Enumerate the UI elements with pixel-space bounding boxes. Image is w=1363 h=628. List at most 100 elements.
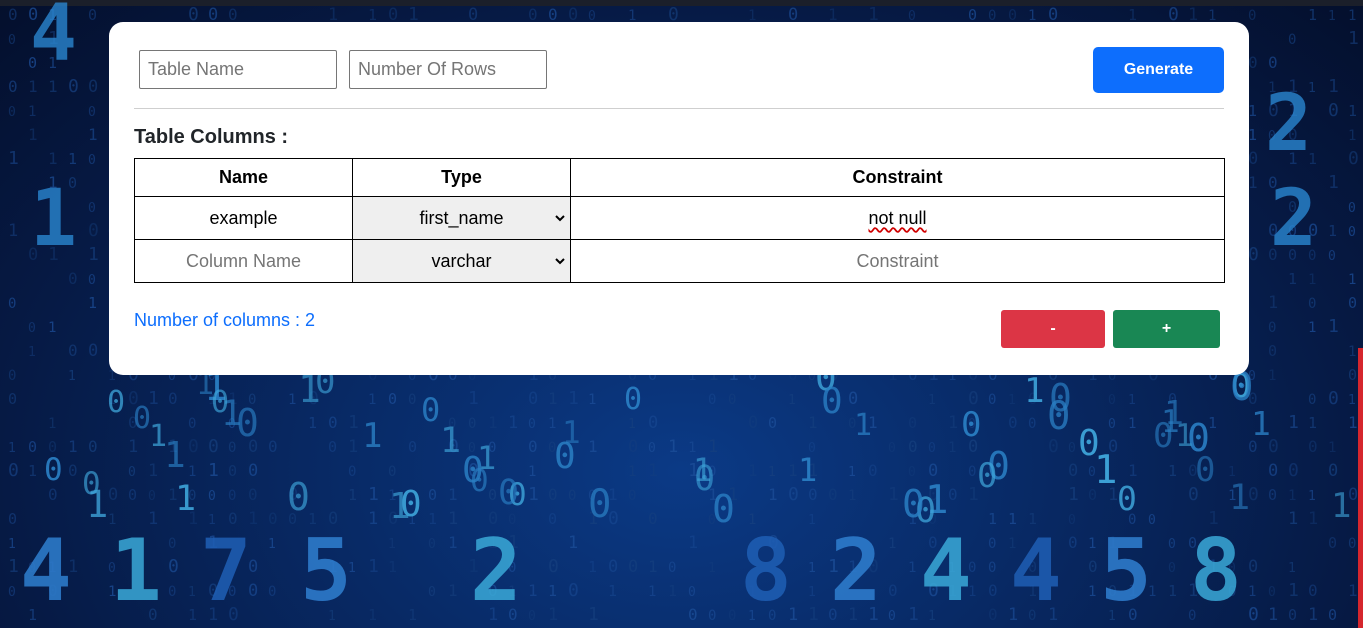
background-digit: 0 (528, 609, 536, 624)
background-digit: 0 (1248, 53, 1258, 72)
background-digit: 2 (1265, 79, 1312, 169)
background-digit: 0 (8, 5, 18, 24)
background-digit: 1 (1288, 580, 1299, 601)
background-digit: 1 (548, 416, 556, 432)
background-digit: 0 (728, 608, 736, 624)
background-digit: 1 (1308, 509, 1318, 529)
background-digit: 0 (408, 438, 417, 456)
background-digit: 0 (1168, 561, 1176, 576)
background-digit: 0 (133, 401, 151, 436)
background-digit: 0 (8, 510, 17, 528)
background-digit: 0 (128, 465, 136, 480)
background-digit: 1 (588, 604, 599, 625)
background-digit: 1 (888, 536, 896, 552)
background-digit: 1 (588, 558, 597, 576)
column-constraint-value[interactable]: not null (868, 208, 926, 228)
background-digit: 0 (1248, 8, 1256, 24)
background-digit: 0 (428, 537, 436, 552)
background-digit: 0 (1068, 513, 1076, 528)
background-digit: 0 (648, 441, 656, 456)
background-digit: 1 (1248, 126, 1257, 144)
background-digit: 0 (1348, 294, 1357, 312)
background-digit: 0 (498, 473, 519, 513)
background-digit: 1 (588, 437, 598, 456)
column-name-input[interactable] (135, 197, 352, 239)
background-digit: 0 (628, 488, 636, 504)
background-digit: 1 (440, 421, 461, 461)
background-digit: 0 (168, 536, 176, 552)
background-digit: 1 (548, 389, 558, 408)
background-digit: 1 (428, 510, 437, 528)
background-digit: 1 (448, 509, 458, 529)
background-digit: 0 (1248, 244, 1259, 265)
background-digit: 0 (928, 441, 936, 456)
background-digit: 0 (908, 465, 916, 480)
background-digit: 7 (200, 521, 252, 621)
background-digit: 1 (368, 606, 377, 624)
background-digit: 0 (568, 488, 576, 504)
background-digit: 0 (748, 413, 758, 433)
background-digit: 0 (728, 392, 736, 408)
constraint-cell[interactable]: not null (570, 196, 1225, 240)
background-digit: 1 (768, 485, 778, 504)
background-digit: 0 (828, 485, 838, 504)
background-digit: 0 (528, 389, 538, 409)
table-name-input[interactable] (139, 50, 337, 89)
background-digit: 4 (920, 521, 972, 621)
background-digit: 1 (1348, 393, 1356, 408)
column-type-select[interactable]: varchar (353, 240, 570, 282)
background-digit: 0 (1308, 437, 1318, 456)
remove-column-button[interactable]: - (1001, 310, 1105, 348)
generate-button[interactable]: Generate (1093, 47, 1224, 93)
background-digit: 1 (1088, 584, 1096, 600)
background-digit: 0 (168, 389, 178, 408)
background-digit: 1 (188, 606, 197, 624)
background-digit: 1 (798, 451, 817, 489)
column-name-input[interactable] (135, 240, 352, 282)
add-column-button[interactable]: + (1113, 310, 1220, 348)
background-digit: 0 (988, 581, 998, 600)
background-digit: 1 (188, 464, 196, 480)
background-digit: 0 (488, 486, 497, 504)
background-digit: 1 (854, 408, 872, 443)
background-digit: 1 (48, 320, 56, 336)
row-count-input[interactable] (349, 50, 547, 89)
background-digit: 0 (908, 437, 918, 456)
background-digit: 1 (388, 558, 397, 576)
background-digit: 0 (1068, 533, 1078, 552)
background-digit: 0 (1328, 606, 1337, 624)
background-digit: 0 (1108, 417, 1116, 432)
background-digit: 1 (268, 537, 276, 552)
background-digit: 1 (68, 150, 77, 168)
background-digit: 1 (1348, 272, 1356, 288)
background-digit: 1 (608, 582, 617, 600)
background-digit: 0 (44, 452, 63, 488)
background-digit: 0 (988, 605, 998, 624)
background-digit: 1 (1024, 371, 1044, 411)
background-digit: 8 (740, 521, 792, 621)
background-digit: 0 (421, 391, 440, 429)
background-digit: 1 (448, 533, 458, 552)
background-digit: 1 (768, 465, 776, 480)
background-digit: 1 (368, 509, 378, 529)
background-digit: 1 (1308, 272, 1316, 288)
table-row: varchar (134, 239, 1225, 283)
background-digit: 0 (388, 390, 397, 408)
background-digit: 0 (1348, 536, 1356, 552)
background-digit: 0 (88, 201, 96, 216)
background-digit: 1 (30, 174, 77, 264)
background-digit: 0 (688, 585, 696, 600)
background-digit: 0 (888, 581, 898, 600)
column-constraint-input[interactable] (571, 240, 1224, 282)
background-digit: 0 (888, 609, 896, 624)
background-digit: 1 (928, 393, 936, 408)
background-digit: 0 (8, 296, 16, 312)
header-name: Name (134, 158, 353, 197)
background-digit: 1 (908, 560, 916, 576)
chevron-down-icon (555, 215, 565, 222)
background-digit: 0 (28, 321, 36, 336)
background-digit: 1 (688, 533, 698, 553)
background-digit: 5 (1100, 521, 1152, 621)
column-type-select[interactable]: first_name (353, 197, 570, 239)
background-digit: 1 (1328, 222, 1337, 240)
